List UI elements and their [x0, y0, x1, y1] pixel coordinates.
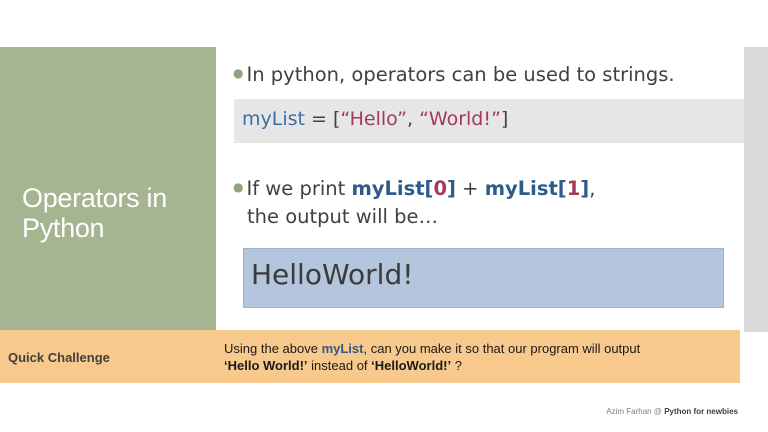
bullet2-line2: the output will be… [247, 205, 438, 228]
code-string-world: “World!” [419, 108, 501, 130]
bullet2-plus: + [455, 177, 485, 200]
challenge-label: Quick Challenge [8, 350, 110, 365]
footer-course: Python for newbies [664, 407, 738, 416]
challenge-instead: instead of [307, 358, 372, 373]
footer-author: Azim Farhan @ [606, 407, 665, 416]
footer-credit: Azim Farhan @ Python for newbies [606, 407, 738, 416]
bullet2-idx2: 1 [566, 177, 581, 200]
code-var: myList [242, 108, 305, 130]
bullet-dot-icon: ● [233, 66, 244, 80]
bullet2-idx1: 0 [433, 177, 448, 200]
bullet-print: ● If we print myList[0] + myList[1], the … [233, 176, 595, 230]
code-line: myList = [“Hello”, “World!”] [242, 108, 508, 130]
bullet-text: In python, operators can be used to stri… [246, 63, 675, 86]
code-string-hello: “Hello” [340, 108, 407, 130]
bullet2-close1: ] [447, 177, 456, 200]
bullet2-var2: myList [484, 177, 558, 200]
code-assign: = [ [304, 108, 341, 130]
bullet2-var1: myList [351, 177, 425, 200]
code-sep: , [406, 108, 420, 130]
output-text: HelloWorld! [251, 258, 414, 291]
slide-title: Operators in Python [22, 183, 167, 243]
challenge-mid: , can you make it so that our program wi… [363, 341, 641, 356]
challenge-quote-hello-world: ‘Hello World!’ [224, 358, 308, 373]
challenge-quote-helloworld: ‘HelloWorld!’ [371, 358, 452, 373]
bullet-dot-icon: ● [233, 180, 244, 194]
bullet2-open2: [ [557, 177, 567, 200]
code-close: ] [500, 108, 509, 130]
challenge-text: Using the above myList, can you make it … [224, 340, 734, 374]
challenge-var: myList [321, 341, 364, 356]
bullet2-close2: ] [580, 177, 590, 200]
bullet-operators: ● In python, operators can be used to str… [233, 62, 675, 90]
bullet2-prefix: If we print [246, 177, 352, 200]
bullet2-suffix: , [589, 177, 596, 200]
side-strip [744, 47, 768, 332]
challenge-end: ? [451, 358, 462, 373]
challenge-prefix: Using the above [224, 341, 322, 356]
